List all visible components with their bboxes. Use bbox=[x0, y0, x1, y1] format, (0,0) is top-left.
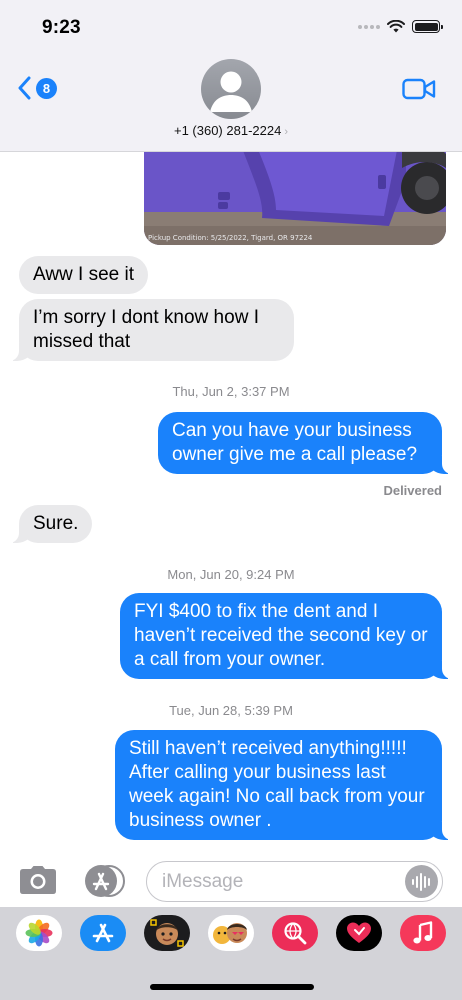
contact-name: +1 (360) 281-2224 bbox=[173, 123, 282, 138]
status-indicators bbox=[358, 20, 443, 33]
camera-icon bbox=[20, 866, 56, 894]
music-icon bbox=[413, 921, 433, 944]
photos-icon bbox=[25, 919, 53, 947]
chevron-left-icon bbox=[18, 76, 31, 100]
app-store-app-button[interactable] bbox=[80, 915, 126, 951]
photo-attachment[interactable]: Pickup Condition: 5/25/2022, Tigard, OR … bbox=[144, 140, 446, 245]
vehicle-photo-image bbox=[144, 140, 446, 245]
video-camera-icon bbox=[402, 78, 436, 100]
status-time: 9:23 bbox=[42, 17, 81, 38]
web-search-app-button[interactable] bbox=[272, 915, 318, 951]
message-timestamp: Mon, Jun 20, 9:24 PM bbox=[167, 567, 295, 582]
message-timestamp: Tue, Jun 28, 5:39 PM bbox=[169, 703, 293, 718]
photos-app-button[interactable] bbox=[16, 915, 62, 951]
music-app-button[interactable] bbox=[400, 915, 446, 951]
memoji-stickers-icon bbox=[213, 923, 247, 944]
outgoing-message[interactable]: Can you have your business owner give me… bbox=[158, 412, 452, 474]
incoming-message[interactable]: Aww I see it bbox=[19, 256, 149, 294]
outgoing-message[interactable]: FYI $400 to fix the dent and I haven’t r… bbox=[120, 593, 452, 679]
message-text: I’m sorry I dont know how I missed that bbox=[33, 307, 259, 352]
battery-icon bbox=[412, 20, 443, 33]
imessage-input[interactable] bbox=[146, 861, 443, 902]
audio-message-button[interactable] bbox=[405, 865, 438, 898]
wifi-icon bbox=[387, 20, 405, 33]
app-store-icon bbox=[85, 865, 125, 897]
photo-caption: Pickup Condition: 5/25/2022, Tigard, OR … bbox=[148, 234, 313, 242]
message-text: Sure. bbox=[33, 513, 79, 534]
contact-name-button[interactable]: +1 (360) 281-2224 › bbox=[0, 123, 462, 138]
app-store-icon bbox=[92, 923, 114, 943]
search-globe-icon bbox=[284, 922, 307, 945]
unread-count-badge: 8 bbox=[36, 77, 57, 99]
digital-touch-heart-icon bbox=[347, 922, 371, 943]
incoming-message[interactable]: I’m sorry I dont know how I missed that bbox=[9, 299, 294, 361]
memoji-app-button[interactable] bbox=[144, 915, 190, 951]
contact-details-chevron-icon: › bbox=[284, 126, 288, 138]
waveform-icon bbox=[411, 872, 430, 891]
conversation-header: 9:23 8 +1 (360) 281-2224 › bbox=[0, 0, 462, 152]
memoji-icon bbox=[150, 919, 184, 947]
facetime-video-button[interactable] bbox=[402, 78, 436, 105]
home-indicator[interactable] bbox=[150, 984, 314, 990]
cellular-signal-icon bbox=[358, 24, 380, 29]
back-button[interactable]: 8 bbox=[18, 76, 57, 100]
message-text: FYI $400 to fix the dent and I haven’t r… bbox=[134, 601, 428, 670]
memoji-stickers-app-button[interactable] bbox=[208, 915, 254, 951]
digital-touch-app-button[interactable] bbox=[336, 915, 382, 951]
app-store-drawer-button[interactable] bbox=[82, 864, 126, 898]
camera-button[interactable] bbox=[19, 865, 57, 900]
outgoing-message[interactable]: Still haven’t received anything!!!!! Aft… bbox=[115, 730, 452, 840]
imessage-app-drawer bbox=[0, 907, 462, 1000]
message-text: Aww I see it bbox=[33, 264, 135, 285]
avatar-placeholder-icon bbox=[210, 71, 252, 112]
message-text: Can you have your business owner give me… bbox=[172, 420, 418, 465]
message-timestamp: Thu, Jun 2, 3:37 PM bbox=[172, 384, 290, 399]
message-text: Still haven’t received anything!!!!! Aft… bbox=[129, 738, 425, 831]
contact-avatar[interactable] bbox=[201, 59, 261, 119]
incoming-message[interactable]: Sure. bbox=[8, 505, 93, 543]
delivered-status: Delivered bbox=[383, 483, 442, 498]
